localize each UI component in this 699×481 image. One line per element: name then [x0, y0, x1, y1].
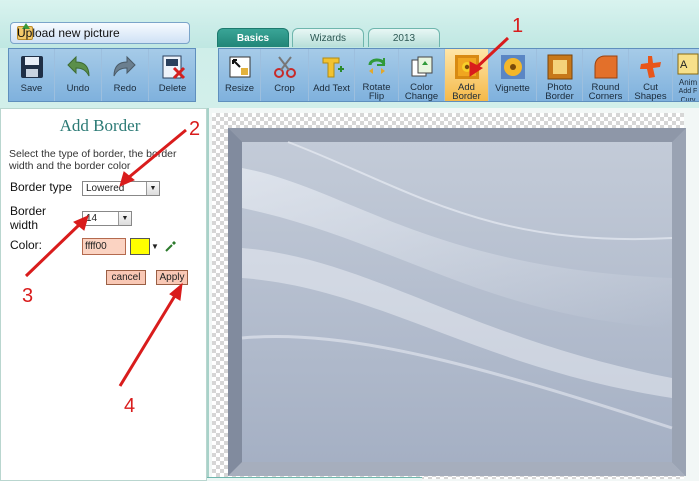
annotation-number-1: 1 [512, 15, 524, 37]
annotation-number-4: 4 [124, 395, 136, 417]
annotation-number-2: 2 [189, 118, 201, 140]
annotation-arrow-3 [24, 222, 82, 278]
annotation-arrow-4 [118, 293, 178, 387]
annotation-number-3: 3 [22, 285, 34, 307]
annotation-arrow-1 [474, 36, 510, 70]
annotation-arrowhead-4 [169, 282, 183, 301]
annotation-arrow-2 [127, 128, 187, 180]
tutorial-annotations [24, 36, 510, 387]
